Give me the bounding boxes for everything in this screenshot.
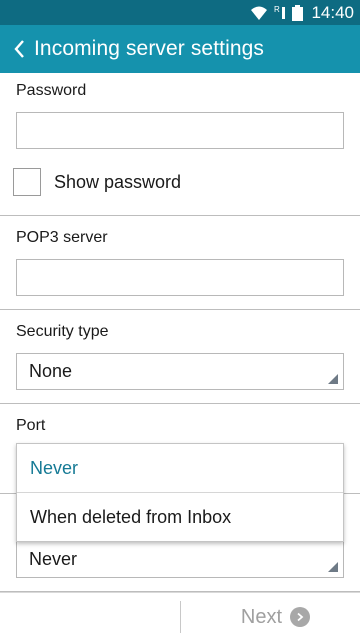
password-label: Password [16, 82, 87, 99]
security-type-select[interactable]: None [16, 353, 344, 390]
security-type-label: Security type [16, 323, 109, 340]
pop3-server-field-box [16, 259, 344, 296]
divider [0, 403, 360, 404]
chevron-right-circle-icon [290, 607, 310, 627]
divider [0, 309, 360, 310]
dropdown-menu: Never When deleted from Inbox [16, 443, 344, 542]
chevron-left-icon [14, 40, 24, 58]
signal-indicator: R [274, 5, 280, 14]
dropdown-corner-icon [328, 562, 338, 572]
password-field-box [16, 112, 344, 149]
delete-email-select[interactable]: Never [16, 541, 344, 578]
status-icons: R 14:40 [250, 0, 354, 25]
divider [0, 215, 360, 216]
status-bar: R 14:40 [0, 0, 360, 25]
bottom-bar-divider [180, 601, 181, 633]
pop3-server-label: POP3 server [16, 229, 108, 246]
show-password-row[interactable]: Show password [13, 167, 181, 197]
signal-icon: R [274, 5, 286, 19]
next-button[interactable]: Next [241, 593, 310, 640]
port-label: Port [16, 417, 46, 434]
dropdown-option-when-deleted[interactable]: When deleted from Inbox [17, 493, 343, 542]
security-type-value: None [29, 361, 73, 381]
next-label: Next [240, 605, 282, 628]
password-field[interactable] [17, 113, 343, 148]
bottom-bar: Next [0, 592, 360, 640]
dropdown-option-never[interactable]: Never [17, 444, 343, 493]
show-password-checkbox[interactable] [13, 168, 41, 196]
back-button[interactable] [4, 25, 34, 73]
battery-icon [292, 4, 304, 21]
dropdown-corner-icon [328, 374, 338, 384]
page-title: Incoming server settings [34, 37, 264, 60]
status-time: 14:40 [311, 2, 354, 22]
delete-email-value: Never [29, 549, 78, 569]
app-bar: Incoming server settings [0, 25, 360, 73]
show-password-label: Show password [54, 171, 182, 192]
pop3-server-field[interactable] [17, 260, 343, 295]
wifi-icon [251, 6, 268, 20]
